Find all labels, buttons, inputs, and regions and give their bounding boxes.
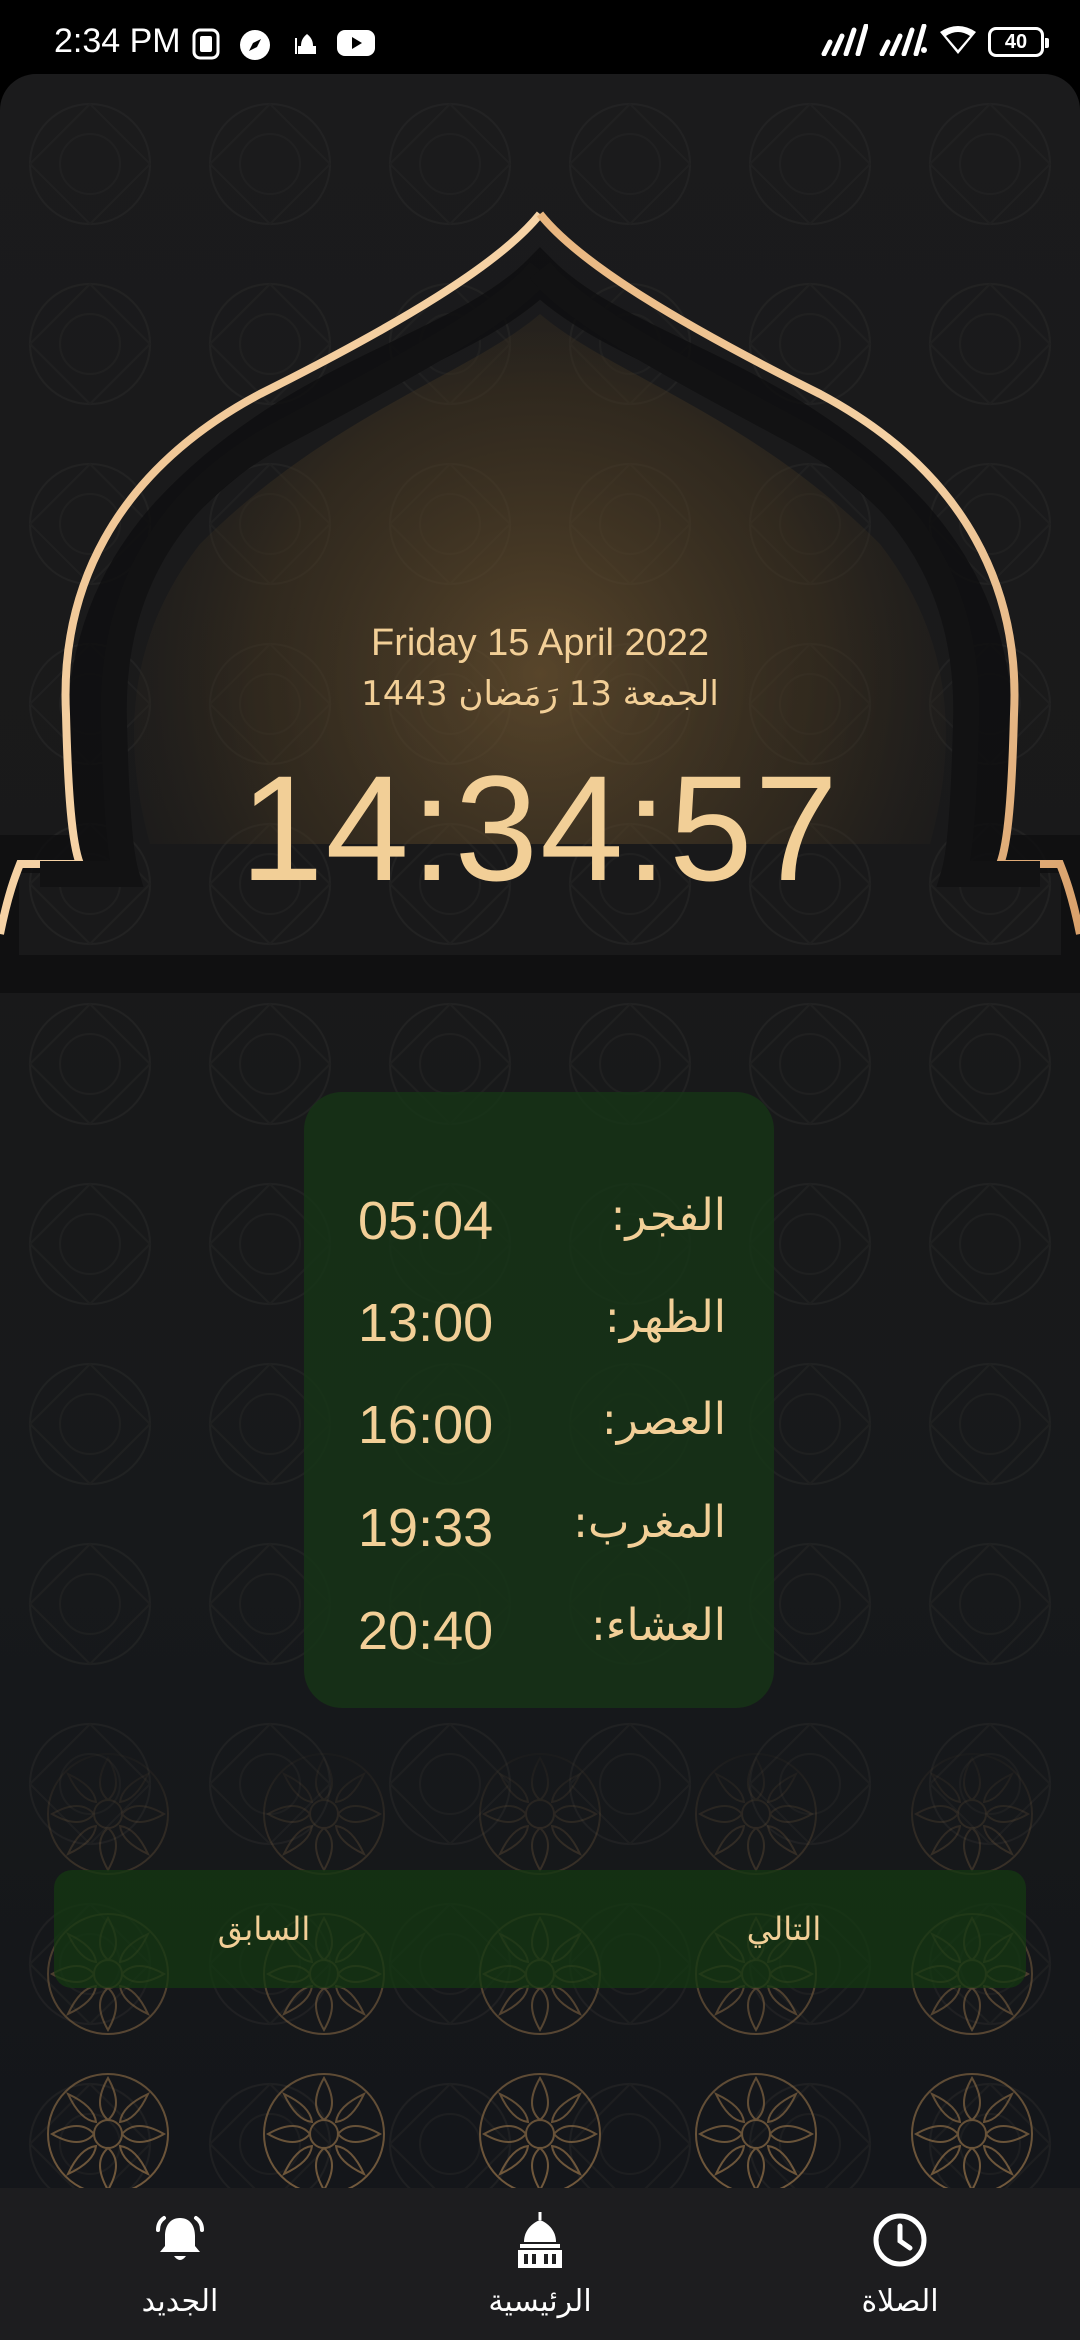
prayer-row-fajr: 05:04 الفجر: [304, 1190, 774, 1270]
battery-icon: 40 [988, 27, 1049, 57]
prayer-row-asr: 16:00 العصر: [304, 1394, 774, 1474]
signal-icon [878, 23, 928, 60]
status-bar: 2:34 PM 40 [0, 0, 1080, 78]
prayer-name: الفجر: [610, 1190, 726, 1241]
prayer-times-card: 05:04 الفجر: 13:00 الظهر: 16:00 العصر: 1… [304, 1092, 774, 1708]
prayer-time: 16:00 [358, 1395, 494, 1455]
tab-label: الجديد [141, 2284, 219, 2319]
mosque-dome-icon [518, 2212, 562, 2268]
prayer-time: 05:04 [358, 1191, 494, 1251]
bell-icon [156, 2216, 204, 2260]
signal-icon [820, 23, 869, 60]
app-content: Friday 15 April 2022 الجمعة 13 رَمَضان 1… [0, 74, 1080, 2188]
prayer-time: 13:00 [358, 1293, 494, 1353]
tab-prayer[interactable]: الصلاة [800, 2188, 1000, 2340]
hijri-date: الجمعة 13 رَمَضان 1443 [361, 674, 719, 714]
battery-level: 40 [1004, 30, 1028, 53]
bottom-tab-bar: الجديد الرئيسية الصلاة [0, 2188, 1080, 2340]
live-clock: 14:34:57 [240, 744, 840, 912]
compass-icon [238, 28, 272, 66]
prayer-time: 19:33 [358, 1498, 494, 1558]
prayer-name: المغرب: [573, 1497, 726, 1548]
tab-label: الصلاة [861, 2284, 939, 2319]
status-time: 2:34 PM [54, 22, 181, 60]
tab-label: الرئيسية [488, 2284, 592, 2319]
youtube-icon [336, 28, 376, 62]
screen-record-icon [190, 28, 222, 64]
prayer-row-dhuhr: 13:00 الظهر: [304, 1292, 774, 1372]
day-navigation: السابق التالي [54, 1870, 1026, 1988]
next-day-button[interactable]: التالي [704, 1870, 864, 1988]
prayer-row-maghrib: 19:33 المغرب: [304, 1497, 774, 1577]
gregorian-date: Friday 15 April 2022 [371, 622, 709, 664]
tab-home[interactable]: الرئيسية [440, 2188, 640, 2340]
previous-day-button[interactable]: السابق [184, 1870, 344, 1988]
prayer-time: 20:40 [358, 1601, 494, 1661]
mosque-icon [292, 28, 322, 62]
prayer-name: الظهر: [604, 1292, 726, 1343]
prayer-name: العصر: [601, 1394, 726, 1445]
prayer-name: العشاء: [590, 1600, 726, 1651]
tab-new[interactable]: الجديد [80, 2188, 280, 2340]
prayer-row-isha: 20:40 العشاء: [304, 1600, 774, 1680]
clock-icon [873, 2213, 927, 2267]
wifi-icon [938, 24, 978, 60]
